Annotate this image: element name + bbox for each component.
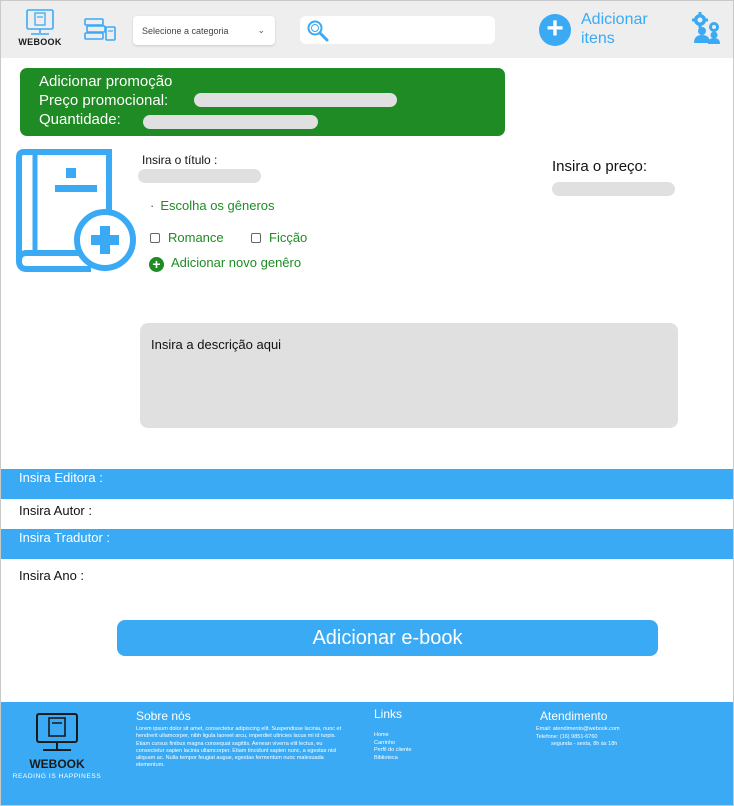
promotion-panel: Adicionar promoção Preço promocional: Qu… xyxy=(20,68,505,136)
year-field[interactable]: Insira Ano : xyxy=(1,567,733,597)
translator-field[interactable]: Insira Tradutor : xyxy=(1,529,733,559)
add-ebook-button[interactable]: Adicionar e-book xyxy=(117,620,658,656)
price-input[interactable] xyxy=(552,182,675,196)
genre-label: Romance xyxy=(168,230,224,245)
checkbox-icon[interactable] xyxy=(251,233,261,243)
search-input[interactable] xyxy=(300,16,495,44)
bullet-icon: · xyxy=(150,198,155,213)
author-field[interactable]: Insira Autor : xyxy=(1,502,733,532)
users-gear-icon[interactable] xyxy=(689,11,725,45)
promo-quantity-label: Quantidade: xyxy=(39,111,121,128)
book-add-icon[interactable] xyxy=(13,149,139,273)
contact-email: Email: atendimento@webook.com xyxy=(536,726,620,732)
service-title: Atendimento xyxy=(540,709,608,723)
footer-tagline: READING IS HAPPINESS xyxy=(12,773,102,780)
plus-icon: + xyxy=(149,257,164,272)
checkbox-icon[interactable] xyxy=(150,233,160,243)
links-title: Links xyxy=(374,707,403,721)
footer-link-profile[interactable]: Perfil do cliente xyxy=(374,747,412,755)
footer-link-library[interactable]: Biblioteca xyxy=(374,755,412,763)
genre-label: Ficção xyxy=(269,230,308,245)
chevron-down-icon: ⌄ xyxy=(257,25,265,35)
genres-label: Escolha os gêneros xyxy=(160,198,275,213)
header: WEBOOK Selecione a categoria ⌄ + Adicion… xyxy=(1,1,733,58)
contact-phone: Telefone: (16) 9851-6760 xyxy=(536,733,598,740)
genres-heading: · Escolha os gêneros xyxy=(150,198,275,213)
title-input[interactable] xyxy=(138,169,261,183)
contact-info: Email: atendimento@webook.com Telefone: … xyxy=(536,726,620,749)
add-genre-button[interactable]: + Adicionar novo genêro xyxy=(149,255,301,272)
category-select[interactable]: Selecione a categoria ⌄ xyxy=(133,16,275,45)
footer-logo: WEBOOK READING IS HAPPINESS xyxy=(9,712,105,780)
description-textarea[interactable]: Insira a descrição aqui xyxy=(140,323,678,428)
genre-checkbox-romance[interactable]: Romance xyxy=(150,230,224,245)
footer: WEBOOK READING IS HAPPINESS Sobre nós Lo… xyxy=(1,702,733,805)
price-label: Insira o preço: xyxy=(552,158,648,175)
plus-circle-icon: + xyxy=(539,14,571,46)
computer-book-icon xyxy=(26,9,54,35)
publisher-field[interactable]: Insira Editora : xyxy=(1,469,733,499)
category-select-label: Selecione a categoria xyxy=(142,26,229,36)
logo-text: WEBOOK xyxy=(18,37,62,47)
add-items-button[interactable]: + Adicionar itens xyxy=(539,10,679,50)
about-title: Sobre nós xyxy=(136,709,191,723)
promo-price-input[interactable] xyxy=(194,93,397,107)
add-genre-label: Adicionar novo genêro xyxy=(171,255,302,270)
search-icon[interactable] xyxy=(306,19,330,43)
footer-link-home[interactable]: Home xyxy=(374,732,412,740)
footer-links: Home Carrinho Perfil do cliente Bibliote… xyxy=(374,732,412,762)
promotion-title[interactable]: Adicionar promoção xyxy=(39,73,172,90)
genre-checkbox-ficcao[interactable]: Ficção xyxy=(251,230,307,245)
footer-link-cart[interactable]: Carrinho xyxy=(374,740,412,748)
logo[interactable]: WEBOOK xyxy=(15,9,65,51)
add-items-label: Adicionar itens xyxy=(581,11,648,47)
promo-quantity-input[interactable] xyxy=(143,115,318,129)
title-label: Insira o título : xyxy=(142,153,218,167)
about-text: Lorem ipsum dolor sit amet, consectetur … xyxy=(136,726,342,769)
footer-logo-text: WEBOOK xyxy=(29,757,85,771)
computer-book-icon xyxy=(36,713,78,751)
books-stack-icon[interactable] xyxy=(83,17,117,43)
page: WEBOOK Selecione a categoria ⌄ + Adicion… xyxy=(0,0,734,806)
contact-hours: segunda - sexta, 8h às 18h xyxy=(551,741,618,747)
promo-price-label: Preço promocional: xyxy=(39,92,169,109)
